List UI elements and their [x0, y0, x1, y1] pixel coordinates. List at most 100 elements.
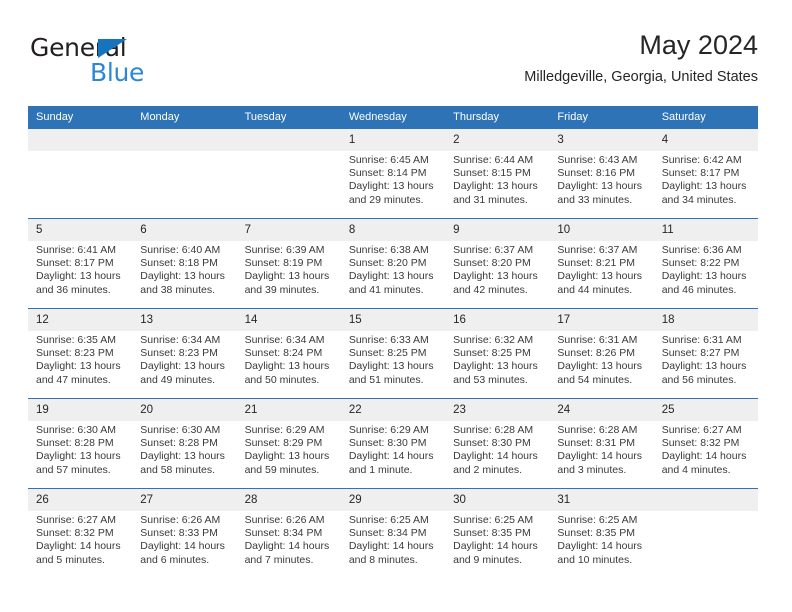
- calendar-day-cell[interactable]: 23 Sunrise: 6:28 AM Sunset: 8:30 PM Dayligh…: [445, 398, 550, 489]
- day-number: 3: [549, 129, 654, 151]
- calendar-day-cell[interactable]: 10 Sunrise: 6:37 AM Sunset: 8:21 PM Dayligh…: [549, 218, 654, 309]
- sunrise-text: Sunrise: 6:32 AM: [453, 334, 534, 346]
- day-number: 17: [549, 309, 654, 331]
- calendar-day-cell[interactable]: 21 Sunrise: 6:29 AM Sunset: 8:29 PM Dayligh…: [236, 398, 341, 489]
- title-block: May 2024 Milledgeville, Georgia, United …: [524, 28, 758, 86]
- sunset-text: Sunset: 8:21 PM: [557, 257, 636, 270]
- sunrise-text: Sunrise: 6:34 AM: [244, 334, 325, 346]
- day-number: 14: [236, 309, 341, 331]
- sunrise-text: Sunrise: 6:29 AM: [244, 424, 325, 436]
- day-number: 31: [549, 489, 654, 511]
- day-details: Sunrise: 6:26 AM Sunset: 8:34 PM Daylight:…: [237, 511, 341, 567]
- calendar-day-cell[interactable]: 9 Sunrise: 6:37 AM Sunset: 8:20 PM Daylight…: [445, 218, 550, 309]
- day-details: Sunrise: 6:35 AM Sunset: 8:23 PM Daylight:…: [28, 331, 132, 387]
- day-details: Sunrise: 6:27 AM Sunset: 8:32 PM Daylight:…: [28, 511, 132, 567]
- calendar-day-cell[interactable]: 8 Sunrise: 6:38 AM Sunset: 8:20 PM Daylight…: [340, 218, 446, 309]
- calendar-day-cell[interactable]: 24 Sunrise: 6:28 AM Sunset: 8:31 PM Dayligh…: [549, 398, 654, 489]
- calendar-body: 1 Sunrise: 6:45 AM Sunset: 8:14 PM Daylight…: [28, 129, 758, 578]
- calendar-day-cell[interactable]: 22 Sunrise: 6:29 AM Sunset: 8:30 PM Dayligh…: [340, 398, 446, 489]
- calendar-day-cell[interactable]: 27 Sunrise: 6:26 AM Sunset: 8:33 PM Dayligh…: [132, 488, 237, 578]
- calendar-day-cell[interactable]: 16 Sunrise: 6:32 AM Sunset: 8:25 PM Dayligh…: [445, 308, 550, 399]
- logo-text-blue: Blue: [90, 58, 145, 87]
- calendar-day-cell[interactable]: 18 Sunrise: 6:31 AM Sunset: 8:27 PM Dayligh…: [653, 308, 758, 399]
- calendar-day-cell[interactable]: 1 Sunrise: 6:45 AM Sunset: 8:14 PM Daylight…: [340, 129, 446, 219]
- calendar-day-cell[interactable]: 20 Sunrise: 6:30 AM Sunset: 8:28 PM Dayligh…: [132, 398, 237, 489]
- sunrise-text: Sunrise: 6:25 AM: [348, 514, 429, 526]
- calendar-day-cell[interactable]: 31 Sunrise: 6:25 AM Sunset: 8:35 PM Dayligh…: [549, 488, 654, 578]
- calendar-day-cell[interactable]: 4 Sunrise: 6:42 AM Sunset: 8:17 PM Daylight…: [653, 129, 758, 219]
- column-header-wednesday: Wednesday: [340, 106, 446, 129]
- day-details: Sunrise: 6:40 AM Sunset: 8:18 PM Daylight:…: [132, 241, 236, 297]
- sunset-text: Sunset: 8:24 PM: [244, 347, 323, 360]
- sunrise-text: Sunrise: 6:25 AM: [453, 514, 534, 526]
- sunset-text: Sunset: 8:28 PM: [140, 437, 218, 450]
- calendar-day-cell[interactable]: 19 Sunrise: 6:30 AM Sunset: 8:28 PM Dayligh…: [28, 398, 133, 489]
- sunset-text: Sunset: 8:25 PM: [348, 347, 427, 360]
- sunset-text: Sunset: 8:15 PM: [453, 167, 531, 180]
- day-details: Sunrise: 6:27 AM Sunset: 8:32 PM Daylight:…: [654, 421, 758, 477]
- day-number: [28, 129, 133, 151]
- sunset-text: Sunset: 8:31 PM: [557, 437, 636, 450]
- calendar-day-cell[interactable]: 30 Sunrise: 6:25 AM Sunset: 8:35 PM Dayligh…: [445, 488, 550, 578]
- calendar-day-cell[interactable]: 13 Sunrise: 6:34 AM Sunset: 8:23 PM Dayligh…: [132, 308, 237, 399]
- calendar-page: General Blue May 2024 Milledgeville, Geo…: [0, 0, 792, 612]
- day-number: 27: [132, 489, 237, 511]
- calendar-day-cell[interactable]: 12 Sunrise: 6:35 AM Sunset: 8:23 PM Dayligh…: [28, 308, 133, 399]
- calendar-day-cell[interactable]: 26 Sunrise: 6:27 AM Sunset: 8:32 PM Dayligh…: [28, 488, 133, 578]
- sunset-text: Sunset: 8:17 PM: [661, 167, 740, 180]
- daylight-text: Daylight: 13 hours and 50 minutes.: [244, 360, 330, 386]
- day-number: [236, 129, 341, 151]
- day-number: 5: [28, 219, 133, 241]
- daylight-text: Daylight: 13 hours and 46 minutes.: [661, 270, 747, 296]
- calendar-day-cell[interactable]: 6 Sunrise: 6:40 AM Sunset: 8:18 PM Daylight…: [132, 218, 237, 309]
- calendar-day-cell[interactable]: 7 Sunrise: 6:39 AM Sunset: 8:19 PM Daylight…: [236, 218, 341, 309]
- daylight-text: Daylight: 13 hours and 59 minutes.: [244, 450, 330, 476]
- day-number: 15: [340, 309, 446, 331]
- column-header-friday: Friday: [549, 106, 654, 129]
- calendar-empty-cell: [653, 488, 758, 578]
- sunset-text: Sunset: 8:33 PM: [140, 527, 218, 540]
- day-details: Sunrise: 6:25 AM Sunset: 8:34 PM Daylight:…: [341, 511, 445, 567]
- sunset-text: Sunset: 8:27 PM: [661, 347, 740, 360]
- daylight-text: Daylight: 14 hours and 6 minutes.: [140, 540, 225, 566]
- day-details: Sunrise: 6:43 AM Sunset: 8:16 PM Daylight:…: [549, 151, 653, 207]
- day-number: 11: [653, 219, 758, 241]
- calendar-day-cell[interactable]: 17 Sunrise: 6:31 AM Sunset: 8:26 PM Dayligh…: [549, 308, 654, 399]
- calendar-day-cell[interactable]: 25 Sunrise: 6:27 AM Sunset: 8:32 PM Dayligh…: [653, 398, 758, 489]
- daylight-text: Daylight: 13 hours and 42 minutes.: [453, 270, 538, 296]
- daylight-text: Daylight: 13 hours and 44 minutes.: [557, 270, 643, 296]
- sunset-text: Sunset: 8:26 PM: [557, 347, 636, 360]
- sunrise-text: Sunrise: 6:44 AM: [453, 154, 534, 166]
- calendar-header-row-group: Sunday Monday Tuesday Wednesday Thursday…: [28, 106, 758, 129]
- calendar-day-cell[interactable]: 11 Sunrise: 6:36 AM Sunset: 8:22 PM Dayligh…: [653, 218, 758, 309]
- sunrise-text: Sunrise: 6:31 AM: [661, 334, 742, 346]
- calendar-day-cell[interactable]: 5 Sunrise: 6:41 AM Sunset: 8:17 PM Daylight…: [28, 218, 133, 309]
- day-details: Sunrise: 6:32 AM Sunset: 8:25 PM Daylight:…: [445, 331, 549, 387]
- calendar-day-cell[interactable]: 2 Sunrise: 6:44 AM Sunset: 8:15 PM Daylight…: [445, 129, 550, 219]
- day-number: 20: [132, 399, 237, 421]
- calendar-day-cell[interactable]: 3 Sunrise: 6:43 AM Sunset: 8:16 PM Daylight…: [549, 129, 654, 219]
- sunrise-text: Sunrise: 6:25 AM: [557, 514, 638, 526]
- day-details: Sunrise: 6:31 AM Sunset: 8:27 PM Daylight:…: [654, 331, 758, 387]
- day-number: 24: [549, 399, 654, 421]
- day-number: [653, 489, 758, 511]
- sunrise-text: Sunrise: 6:27 AM: [36, 514, 116, 526]
- day-number: 23: [445, 399, 550, 421]
- general-blue-logo: General Blue: [30, 34, 250, 92]
- day-details: Sunrise: 6:42 AM Sunset: 8:17 PM Daylight:…: [654, 151, 758, 207]
- sunset-text: Sunset: 8:29 PM: [244, 437, 323, 450]
- day-details: Sunrise: 6:28 AM Sunset: 8:31 PM Daylight:…: [549, 421, 653, 477]
- day-number: 10: [549, 219, 654, 241]
- sunset-text: Sunset: 8:16 PM: [557, 167, 636, 180]
- calendar-day-cell[interactable]: 28 Sunrise: 6:26 AM Sunset: 8:34 PM Dayligh…: [236, 488, 341, 578]
- logo-triangle-icon: [98, 39, 127, 58]
- day-number: 2: [445, 129, 550, 151]
- calendar-empty-cell: [28, 129, 133, 219]
- sunset-text: Sunset: 8:34 PM: [244, 527, 323, 540]
- sunset-text: Sunset: 8:19 PM: [244, 257, 323, 270]
- calendar-day-cell[interactable]: 29 Sunrise: 6:25 AM Sunset: 8:34 PM Dayligh…: [340, 488, 446, 578]
- day-number: 18: [653, 309, 758, 331]
- calendar-day-cell[interactable]: 14 Sunrise: 6:34 AM Sunset: 8:24 PM Dayligh…: [236, 308, 341, 399]
- calendar-day-cell[interactable]: 15 Sunrise: 6:33 AM Sunset: 8:25 PM Dayligh…: [340, 308, 446, 399]
- sunrise-text: Sunrise: 6:27 AM: [661, 424, 742, 436]
